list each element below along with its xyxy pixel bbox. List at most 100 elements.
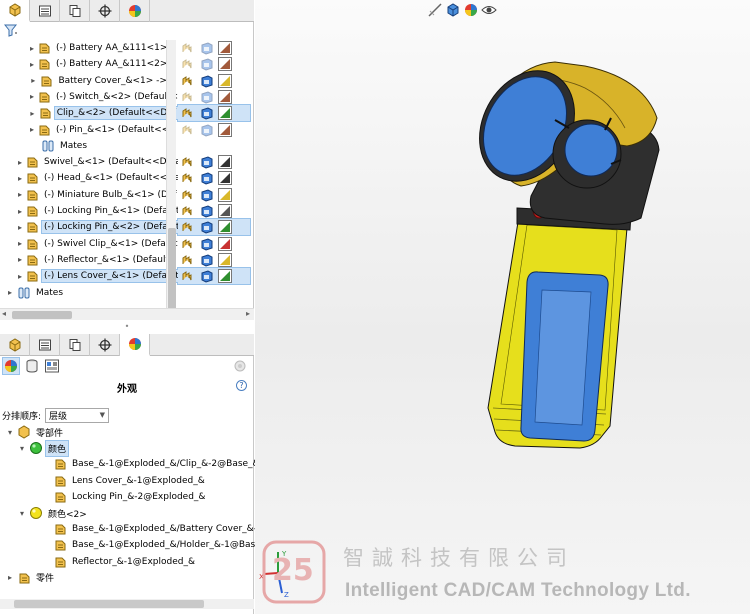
tab-property-manager[interactable] [30,0,60,22]
chevron-right-icon[interactable]: ▸ [18,174,22,183]
chevron-right-icon[interactable]: ▸ [18,207,22,216]
hide-show-icon[interactable] [180,204,194,218]
appearance-swatch-icon[interactable] [218,204,232,218]
tab-dimxpert-manager[interactable] [90,0,120,22]
scroll-right-icon[interactable]: ▸ [246,309,250,318]
display-mode-icon[interactable] [200,204,214,218]
chevron-right-icon[interactable]: ▸ [18,223,22,232]
tree-vertical-scrollbar[interactable] [166,40,176,318]
funnel-icon[interactable] [4,24,18,37]
display-mode-icon[interactable] [200,74,214,88]
hide-show-icon[interactable] [180,253,194,267]
tree-item[interactable]: ▸ (-) Swivel Clip_&<1> (Default [0,236,178,252]
scroll-left-icon[interactable]: ◂ [2,309,6,318]
chevron-right-icon[interactable]: ▸ [30,60,34,69]
appearance-horizontal-scrollbar[interactable] [0,599,254,609]
chevron-right-icon[interactable]: ▸ [18,255,22,264]
chevron-right-icon[interactable]: ▸ [6,573,14,582]
tree-item[interactable]: ▸ Swivel_&<1> (Default<<Defau [0,154,178,170]
display-mode-icon[interactable] [200,90,214,104]
appearance-item[interactable]: Base_&-1@Exploded_&/Battery Cover_&-1 [0,521,265,537]
display-mode-icon[interactable] [200,237,214,251]
tree-item[interactable]: ▸ (-) Battery AA_&111<1> (I [0,40,178,56]
tree-item[interactable]: ▸ (-) Reflector_&<1> (Default< [0,252,178,268]
display-mode-icon[interactable] [200,155,214,169]
appearance-item[interactable]: Lens Cover_&-1@Exploded_& [0,473,207,489]
tree-item[interactable]: ▸ (-) Battery AA_&111<2> (I [0,56,178,72]
appearance-swatch-icon[interactable] [218,106,232,121]
tree-item[interactable]: ▸ Clip_&<2> (Default<<Def [0,105,178,121]
appearance-item[interactable]: ▾ 零部件 [0,424,65,440]
chevron-down-icon[interactable]: ▾ [6,428,14,437]
chevron-down-icon[interactable]: ▾ [18,509,26,518]
tab-display-manager[interactable] [120,0,150,22]
hide-show-icon[interactable] [180,171,194,185]
display-mode-icon[interactable] [200,106,214,120]
tree-item[interactable]: ▸ (-) Miniature Bulb_&<1> (Def [0,187,178,203]
scroll-thumb[interactable] [12,311,72,319]
settings-disabled-icon[interactable] [232,358,248,374]
appearance-item[interactable]: Reflector_&-1@Exploded_& [0,554,197,570]
chevron-right-icon[interactable]: ▸ [6,288,14,297]
appearance-swatch-icon[interactable] [218,171,232,186]
hide-show-icon[interactable] [180,220,194,234]
appearance-swatch-icon[interactable] [218,73,232,88]
chevron-right-icon[interactable]: ▸ [30,109,35,118]
display-mode-icon[interactable] [200,41,214,55]
hide-show-icon[interactable] [180,41,194,55]
panel-splitter[interactable]: • [0,320,254,334]
tree-item[interactable]: Mates [0,138,178,154]
tree-item[interactable]: ▸ Battery Cover_&<1> -> (I [0,73,178,89]
display-mode-icon[interactable] [200,269,214,283]
appearance-swatch-icon[interactable] [218,57,232,72]
hide-show-icon[interactable] [180,90,194,104]
tab-feature-manager[interactable] [0,0,30,22]
tree-item[interactable]: ▸ (-) Head_&<1> (Default<<De [0,170,178,186]
flashlight-model[interactable] [255,0,750,614]
appearance-swatch-icon[interactable] [218,187,232,202]
help-icon[interactable]: ? [236,380,247,391]
appearance-item[interactable]: Base_&-1@Exploded_&/Clip_&-2@Base_& [0,456,262,472]
appearance-swatch-icon[interactable] [218,236,232,251]
hide-show-icon[interactable] [180,269,194,283]
hide-show-icon[interactable] [180,74,194,88]
hide-show-icon[interactable] [180,106,194,120]
chevron-right-icon[interactable]: ▸ [30,125,34,134]
display-mode-icon[interactable] [200,123,214,137]
view-decals-icon[interactable] [24,358,40,374]
chevron-right-icon[interactable]: ▸ [18,272,22,281]
tree-item[interactable]: ▸ Mates [0,285,178,301]
hide-show-icon[interactable] [180,123,194,137]
hide-show-icon[interactable] [180,188,194,202]
tab-property-manager[interactable] [30,334,60,356]
graphics-viewport[interactable]: Y X Z [255,0,750,614]
appearance-swatch-icon[interactable] [218,269,232,284]
hide-show-icon[interactable] [180,155,194,169]
tree-item[interactable]: ▸ (-) Pin_&<1> (Default<<D [0,122,178,138]
chevron-down-icon[interactable]: ▾ [18,444,26,453]
hide-show-icon[interactable] [180,237,194,251]
chevron-right-icon[interactable]: ▸ [18,239,22,248]
chevron-right-icon[interactable]: ▸ [30,92,34,101]
chevron-right-icon[interactable]: ▸ [18,158,22,167]
appearance-item[interactable]: ▸ 零件 [0,570,56,586]
sort-order-select[interactable]: 层级 ▼ [45,407,110,423]
appearance-swatch-icon[interactable] [218,122,232,137]
display-mode-icon[interactable] [200,57,214,71]
tree-horizontal-scrollbar[interactable]: ◂ ▸ [0,308,254,320]
tab-display-manager[interactable] [120,334,150,356]
chevron-right-icon[interactable]: ▸ [30,44,34,53]
tree-item[interactable]: ▸ (-) Locking Pin_&<1> (Default [0,203,178,219]
display-mode-icon[interactable] [200,188,214,202]
tab-configuration-manager[interactable] [60,334,90,356]
tab-dimxpert-manager[interactable] [90,334,120,356]
hide-show-icon[interactable] [180,57,194,71]
tab-feature-manager[interactable] [0,334,30,356]
display-mode-icon[interactable] [200,171,214,185]
appearance-swatch-icon[interactable] [218,155,232,170]
chevron-right-icon[interactable]: ▸ [18,190,22,199]
appearance-swatch-icon[interactable] [218,220,232,235]
view-scenes-icon[interactable] [44,358,60,374]
appearance-item[interactable]: Locking Pin_&-2@Exploded_& [0,489,207,505]
appearance-swatch-icon[interactable] [218,252,232,267]
